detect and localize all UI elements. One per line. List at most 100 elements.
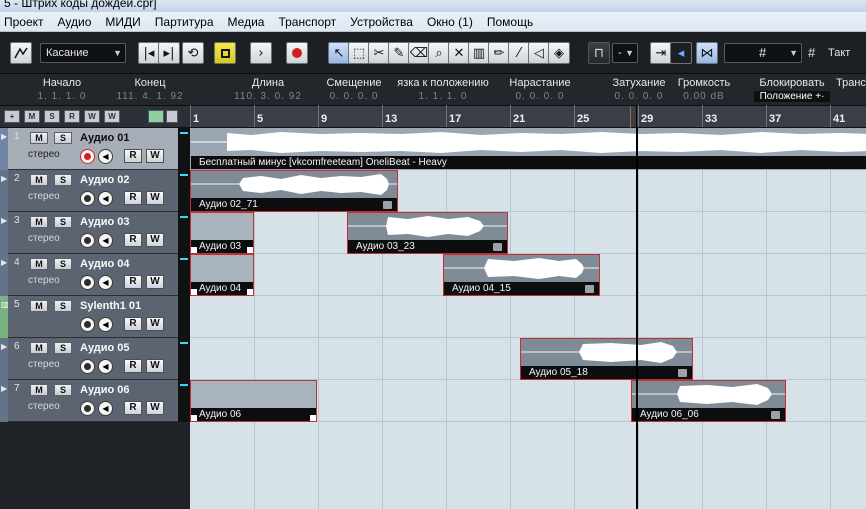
track-color-icon[interactable] [148, 110, 164, 123]
event-handle[interactable] [191, 289, 197, 295]
record-enable-button[interactable] [80, 401, 95, 416]
track-zoom-icon[interactable] [166, 110, 178, 123]
color-tool-icon[interactable]: ◈ [548, 42, 570, 64]
write-automation-button[interactable]: W [146, 191, 164, 205]
quantize-dropdown[interactable]: # ▼ [724, 43, 802, 63]
global-mute-icon[interactable]: M [24, 110, 40, 123]
track-audio-06[interactable]: ▶ 7 M S Аудио 06 стерео ◀ R W [0, 380, 190, 422]
audio-event[interactable]: Аудио 06_06 [631, 380, 786, 422]
expand-arrow-icon[interactable]: ▶ [1, 216, 7, 225]
menu-window[interactable]: Окно (1) [420, 15, 480, 29]
solo-button[interactable]: S [54, 216, 72, 228]
mute-button[interactable]: M [30, 384, 48, 396]
menu-help[interactable]: Помощь [480, 15, 540, 29]
write-automation-button[interactable]: W [146, 401, 164, 415]
write-automation-button[interactable]: W [146, 275, 164, 289]
info-length[interactable]: Длина 110. 3. 0. 92 [226, 77, 310, 102]
track-name[interactable]: Аудио 03 [80, 216, 130, 228]
event-handle[interactable] [191, 415, 197, 421]
mute-button[interactable]: M [30, 258, 48, 270]
expand-arrow-icon[interactable]: ▶ [1, 384, 7, 393]
monitor-button[interactable]: ◀ [98, 233, 113, 248]
snap-toggle-icon[interactable]: ◂ [670, 42, 692, 64]
track-name[interactable]: Аудио 04 [80, 258, 130, 270]
range-selection-tool-icon[interactable]: ⬚ [348, 42, 370, 64]
menu-transport[interactable]: Транспорт [271, 15, 343, 29]
timeline-ruler[interactable]: 1 5 9 13 17 21 25 29 33 37 41 [190, 105, 866, 128]
solo-button[interactable]: S [54, 384, 72, 396]
info-lock[interactable]: Блокировать Положение +· [754, 77, 830, 102]
snap-value-dropdown[interactable]: - ▼ [612, 43, 638, 63]
event-handle[interactable] [310, 415, 316, 421]
play-tool-icon[interactable]: ◁ [528, 42, 550, 64]
automation-mode-dropdown[interactable]: Касание ▼ [40, 43, 126, 63]
solo-button[interactable]: S [54, 258, 72, 270]
zoom-tool-icon[interactable]: ⌕ [428, 42, 450, 64]
track-name[interactable]: Аудио 02 [80, 174, 130, 186]
grid-type-icon[interactable]: # [808, 45, 815, 60]
monitor-button[interactable]: ◀ [98, 317, 113, 332]
audio-event[interactable]: Аудио 05_18 [520, 338, 693, 380]
erase-tool-icon[interactable]: ⌫ [408, 42, 430, 64]
record-enable-button[interactable] [80, 149, 95, 164]
write-automation-button[interactable]: W [146, 359, 164, 373]
read-automation-button[interactable]: R [124, 275, 142, 289]
read-automation-button[interactable]: R [124, 149, 142, 163]
global-read-icon[interactable]: R [64, 110, 80, 123]
comp-tool-icon[interactable]: ▥ [468, 42, 490, 64]
expand-arrow-icon[interactable]: ▶ [1, 132, 7, 141]
expand-arrow-icon[interactable]: ▶ [1, 342, 7, 351]
global-write-icon[interactable]: W [84, 110, 100, 123]
write-automation-button[interactable]: W [146, 233, 164, 247]
mute-tool-icon[interactable]: ✕ [448, 42, 470, 64]
record-enable-button[interactable] [80, 275, 95, 290]
global-solo-icon[interactable]: S [44, 110, 60, 123]
mute-button[interactable]: M [30, 132, 48, 144]
global-edit-icon[interactable]: W [104, 110, 120, 123]
info-end[interactable]: Конец 111. 4. 1. 92 [112, 77, 188, 102]
record-enable-button[interactable] [80, 317, 95, 332]
track-name[interactable]: Sylenth1 01 [80, 300, 141, 312]
monitor-button[interactable]: ◀ [98, 149, 113, 164]
expand-arrow-icon[interactable]: ▶ [1, 258, 7, 267]
snap-to-zero-icon[interactable]: ⋈ [696, 42, 718, 64]
solo-button[interactable]: S [54, 132, 72, 144]
audio-event[interactable]: Аудио 02_71 [190, 170, 398, 212]
solo-button[interactable]: S [54, 174, 72, 186]
track-name[interactable]: Аудио 01 [80, 132, 130, 144]
track-audio-04[interactable]: ▶ 4 M S Аудио 04 стерео ◀ R W [0, 254, 190, 296]
monitor-button[interactable]: ◀ [98, 401, 113, 416]
track-audio-05[interactable]: ▶ 6 M S Аудио 05 стерео ◀ R W [0, 338, 190, 380]
track-sylenth1-01[interactable]: ▥ 5 M S Sylenth1 01 ◀ R W [0, 296, 190, 338]
info-volume[interactable]: Громкость 0.00 dB [672, 77, 736, 102]
info-fade-in[interactable]: Нарастание 0. 0. 0. 0 [506, 77, 574, 102]
event-handle[interactable] [247, 289, 253, 295]
glue-tool-icon[interactable]: ✎ [388, 42, 410, 64]
snap-mode-icon[interactable]: ⇥ [650, 42, 672, 64]
track-audio-03[interactable]: ▶ 3 M S Аудио 03 стерео ◀ R W [0, 212, 190, 254]
draw-tool-icon[interactable]: ✏ [488, 42, 510, 64]
monitor-button[interactable]: ◀ [98, 191, 113, 206]
info-transpose[interactable]: Транс [836, 77, 866, 89]
info-offset[interactable]: Смещение 0. 0. 0. 0 [322, 77, 386, 102]
track-audio-02[interactable]: ▶ 2 M S Аудио 02 стерео ◀ R W [0, 170, 190, 212]
mute-button[interactable]: M [30, 342, 48, 354]
menu-devices[interactable]: Устройства [343, 15, 420, 29]
line-tool-icon[interactable]: ⁄ [508, 42, 530, 64]
audio-event[interactable]: Аудио 03_23 [347, 212, 508, 254]
track-audio-01[interactable]: ▶ 1 M S Аудио 01 стерео ◀ R W [0, 128, 190, 170]
track-name[interactable]: Аудио 05 [80, 342, 130, 354]
read-automation-button[interactable]: R [124, 317, 142, 331]
mute-button[interactable]: M [30, 174, 48, 186]
event-handle[interactable] [247, 247, 253, 253]
mute-button[interactable]: M [30, 300, 48, 312]
add-track-icon[interactable]: + [4, 110, 20, 123]
read-automation-button[interactable]: R [124, 359, 142, 373]
event-handle[interactable] [191, 247, 197, 253]
go-to-start-icon[interactable]: |◂ [138, 42, 160, 64]
solo-button[interactable]: S [54, 342, 72, 354]
arrangement-area[interactable]: Бесплатный минус [vkcomfreeteam] OneliBe… [190, 128, 866, 509]
mute-button[interactable]: M [30, 216, 48, 228]
audio-event[interactable]: Аудио 04 [190, 254, 254, 296]
project-cursor[interactable] [636, 128, 638, 509]
